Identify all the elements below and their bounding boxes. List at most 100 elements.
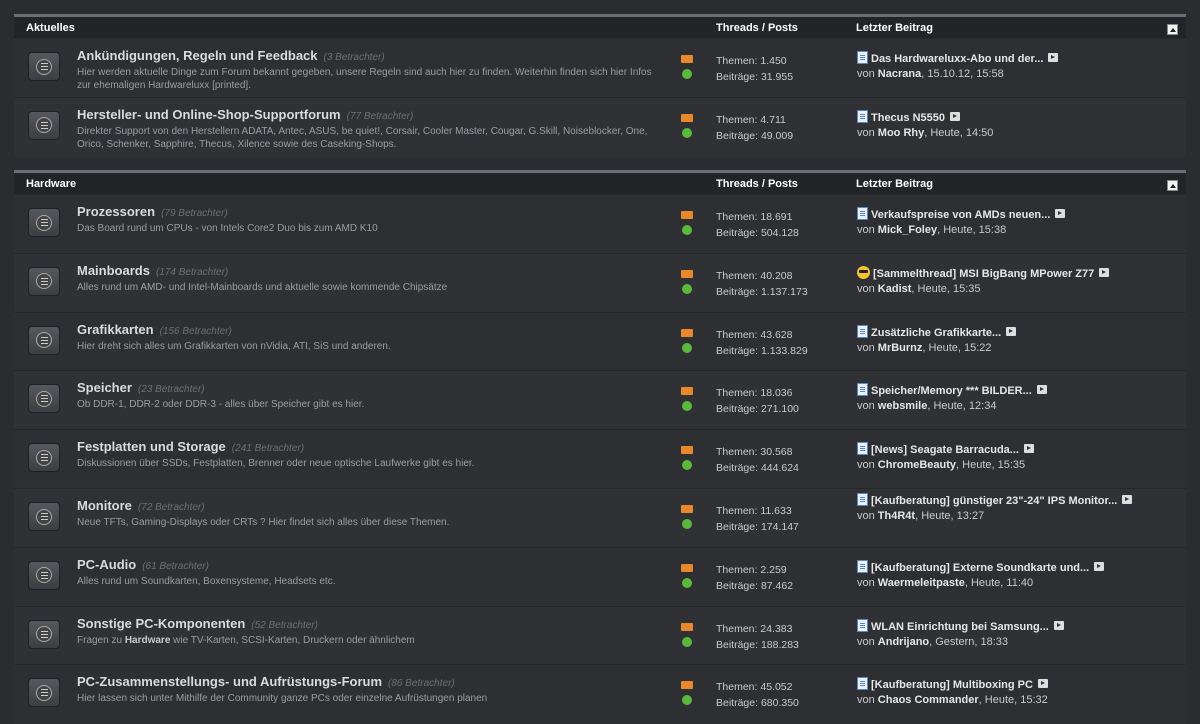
go-to-last-post-icon[interactable] bbox=[1036, 385, 1047, 395]
last-post-user-link[interactable]: Chaos Commander bbox=[878, 694, 979, 706]
rss-icon[interactable] bbox=[681, 211, 693, 219]
last-post-thread-link[interactable]: [Sammelthread] MSI BigBang MPower Z77 bbox=[873, 268, 1094, 280]
forum-title-link[interactable]: PC-Audio bbox=[77, 557, 136, 572]
last-post: [Kaufberatung] günstiger 23"-24" IPS Mon… bbox=[857, 493, 1177, 524]
rss-icon[interactable] bbox=[681, 328, 693, 337]
last-post-thread-link[interactable]: [News] Seagate Barracuda... bbox=[871, 444, 1019, 456]
last-post-user-link[interactable]: ChromeBeauty bbox=[878, 459, 956, 471]
go-to-last-post-icon[interactable] bbox=[949, 111, 960, 121]
doc-icon bbox=[857, 324, 868, 338]
rss-icon[interactable] bbox=[681, 681, 693, 690]
forum-viewers: (156 Betrachter) bbox=[159, 325, 232, 337]
go-to-last-post-icon[interactable] bbox=[1053, 620, 1064, 630]
last-post-user-link[interactable]: Mick_Foley bbox=[878, 224, 937, 236]
last-post-time: , Heute, 15:22 bbox=[922, 341, 992, 354]
last-post-user-link[interactable]: Andrijano bbox=[878, 636, 929, 648]
go-to-last-post-icon[interactable] bbox=[1037, 679, 1048, 689]
collapse-icon[interactable] bbox=[1167, 24, 1178, 35]
section-header: Hardware Threads / Posts Letzter Beitrag bbox=[14, 170, 1186, 194]
by-label: von bbox=[857, 282, 878, 295]
smiley-icon bbox=[857, 265, 870, 279]
forum-title-link[interactable]: Speicher bbox=[77, 380, 132, 395]
last-post-user-link[interactable]: websmile bbox=[878, 400, 928, 412]
go-to-last-post-icon[interactable] bbox=[1048, 53, 1059, 62]
rss-icon[interactable] bbox=[681, 446, 693, 455]
rss-icon[interactable] bbox=[681, 269, 693, 278]
last-post: Speicher/Memory *** BILDER... von websmi… bbox=[857, 383, 1177, 414]
go-to-last-post-icon[interactable] bbox=[1099, 267, 1110, 277]
section-title[interactable]: Aktuelles bbox=[26, 22, 75, 34]
checkmark-icon bbox=[682, 283, 692, 294]
forum-stats: Themen: 18.691 Beiträge: 504.128 bbox=[716, 209, 799, 241]
last-post-user-link[interactable]: Kadist bbox=[878, 283, 912, 295]
last-post-time: , Heute, 12:34 bbox=[927, 400, 997, 413]
forum-title-link[interactable]: Monitore bbox=[77, 498, 132, 513]
last-post-thread-link[interactable]: Thecus N5550 bbox=[871, 112, 945, 124]
forum-title-link[interactable]: Grafikkarten bbox=[77, 322, 154, 337]
forum-status-icon bbox=[28, 266, 60, 296]
forum-row: Monitore (72 Betrachter) Neue TFTs, Gamin… bbox=[14, 488, 1186, 546]
doc-icon bbox=[857, 207, 868, 220]
last-post-user-link[interactable]: Waermeleitpaste bbox=[878, 577, 965, 589]
forum-title-link[interactable]: PC-Zusammenstellungs- und Aufrüstungs-Fo… bbox=[77, 674, 382, 689]
forum-description: Alles rund um Soundkarten, Boxensysteme,… bbox=[77, 575, 336, 587]
rss-icon[interactable] bbox=[681, 563, 693, 572]
go-to-last-post-icon[interactable] bbox=[1055, 209, 1066, 218]
forum-viewers: (23 Betrachter) bbox=[137, 384, 205, 396]
forum-title-link[interactable]: Sonstige PC-Komponenten bbox=[77, 616, 245, 631]
last-post-thread-link[interactable]: WLAN Einrichtung bei Samsung... bbox=[871, 621, 1049, 633]
forum-row: PC-Audio (61 Betrachter) Alles rund um So… bbox=[14, 546, 1186, 605]
section-title[interactable]: Hardware bbox=[26, 178, 76, 190]
last-post-user-link[interactable]: Nacrana bbox=[878, 68, 921, 80]
last-post-user-link[interactable]: Th4R4t bbox=[878, 510, 915, 522]
last-post-time: , Heute, 15:35 bbox=[911, 282, 981, 295]
last-post-thread-link[interactable]: [Kaufberatung] Multiboxing PC bbox=[871, 679, 1033, 691]
forum-stats: Themen: 2.259 Beiträge: 87.462 bbox=[716, 562, 793, 594]
forum-viewers: (241 Betrachter) bbox=[231, 443, 305, 455]
themen-count: Themen: 2.259 bbox=[716, 563, 787, 576]
go-to-last-post-icon[interactable] bbox=[1023, 444, 1034, 454]
doc-icon bbox=[857, 559, 868, 573]
last-post-time: , Heute, 13:27 bbox=[915, 510, 985, 522]
forum-description: Hier lassen sich unter Mithilfe der Comm… bbox=[77, 693, 488, 705]
beitraege-count: Beiträge: 188.283 bbox=[716, 638, 799, 651]
rss-icon[interactable] bbox=[681, 113, 693, 122]
go-to-last-post-icon[interactable] bbox=[1094, 561, 1105, 571]
section-hardware: Hardware Threads / Posts Letzter Beitrag… bbox=[14, 170, 1186, 724]
last-post-user-link[interactable]: Moo Rhy bbox=[878, 127, 924, 139]
go-to-last-post-icon[interactable] bbox=[1122, 495, 1133, 504]
forum-title-link[interactable]: Prozessoren bbox=[77, 204, 155, 219]
forum-viewers: (174 Betrachter) bbox=[155, 266, 229, 278]
forum-description: Hier dreht sich alles um Grafikkarten vo… bbox=[77, 340, 391, 352]
rss-icon[interactable] bbox=[681, 387, 693, 396]
forum-status-icon bbox=[28, 619, 60, 649]
forum-title-link[interactable]: Festplatten und Storage bbox=[77, 439, 226, 454]
last-post: Zusätzliche Grafikkarte... von MrBurnz, … bbox=[857, 324, 1177, 356]
rss-icon[interactable] bbox=[681, 622, 693, 631]
rss-icon[interactable] bbox=[681, 55, 693, 63]
by-label: von bbox=[857, 400, 878, 413]
forum-title-link[interactable]: Hersteller- und Online-Shop-Supportforum bbox=[77, 107, 341, 122]
go-to-last-post-icon[interactable] bbox=[1006, 326, 1017, 336]
forum-stats: Themen: 43.628 Beiträge: 1.133.829 bbox=[716, 327, 808, 359]
checkmark-icon bbox=[682, 342, 692, 353]
rss-icon[interactable] bbox=[681, 505, 693, 513]
last-post-thread-link[interactable]: Verkaufspreise von AMDs neuen... bbox=[871, 209, 1050, 221]
last-post-thread-link[interactable]: [Kaufberatung] günstiger 23"-24" IPS Mon… bbox=[871, 495, 1117, 507]
forum-title-link[interactable]: Ankündigungen, Regeln und Feedback bbox=[77, 48, 318, 63]
forum-description: Ob DDR-1, DDR-2 oder DDR-3 - alles über … bbox=[77, 399, 365, 411]
collapse-icon[interactable] bbox=[1167, 180, 1178, 191]
forum-stats: Themen: 11.633 Beiträge: 174.147 bbox=[716, 503, 799, 535]
forum-title-link[interactable]: Mainboards bbox=[77, 263, 150, 278]
last-post: Thecus N5550 von Moo Rhy, Heute, 14:50 bbox=[857, 109, 1177, 141]
column-threads-posts: Threads / Posts bbox=[716, 178, 798, 190]
last-post-time: , Heute, 14:50 bbox=[924, 126, 994, 139]
last-post-thread-link[interactable]: Das Hardwareluxx-Abo und der... bbox=[871, 53, 1043, 65]
forum-viewers: (79 Betrachter) bbox=[161, 208, 228, 219]
last-post-thread-link[interactable]: Speicher/Memory *** BILDER... bbox=[871, 385, 1032, 397]
last-post-thread-link[interactable]: Zusätzliche Grafikkarte... bbox=[871, 327, 1001, 339]
forum-viewers: (52 Betrachter) bbox=[251, 619, 318, 631]
last-post-thread-link[interactable]: [Kaufberatung] Externe Soundkarte und... bbox=[871, 562, 1089, 574]
last-post-user-link[interactable]: MrBurnz bbox=[878, 342, 923, 354]
last-post-time: , Gestern, 18:33 bbox=[929, 635, 1009, 648]
